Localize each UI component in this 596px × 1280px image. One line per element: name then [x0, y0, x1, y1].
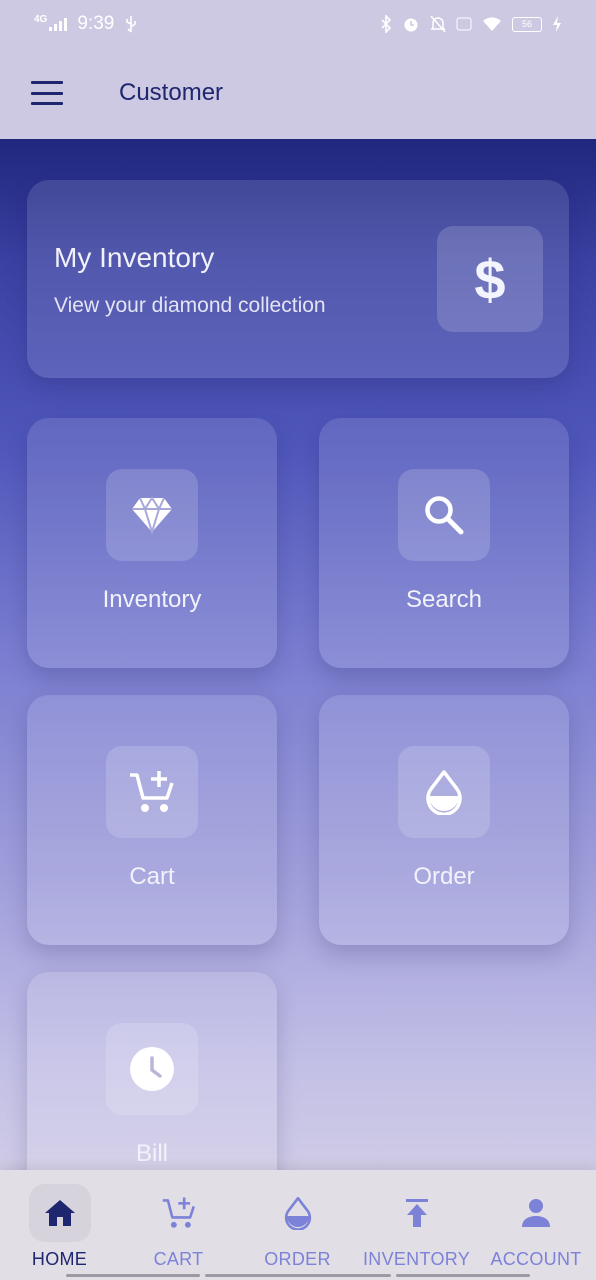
signal-icon: [49, 17, 68, 31]
nav-divider: [66, 1274, 200, 1277]
tile-label: Inventory: [102, 586, 202, 613]
tile-label: Order: [413, 863, 475, 890]
drop-icon: [267, 1184, 329, 1242]
network-type: 4G: [34, 14, 48, 25]
status-right: 56: [380, 15, 562, 33]
nav-divider: [396, 1274, 530, 1277]
tile-label: Bill: [135, 1140, 168, 1167]
nav-label: ORDER: [264, 1249, 331, 1269]
bill-tile[interactable]: Bill: [27, 972, 277, 1170]
hero-subtitle: View your diamond collection: [54, 294, 326, 317]
battery-icon: 56: [512, 16, 542, 32]
nav-account[interactable]: ACCOUNT: [476, 1170, 596, 1274]
wifi-icon: [483, 17, 501, 31]
dollar-icon: $: [437, 226, 543, 332]
drop-icon: [398, 746, 490, 838]
menu-icon[interactable]: [31, 81, 63, 105]
upload-icon: [386, 1184, 448, 1242]
usb-icon: [126, 16, 137, 33]
my-inventory-card[interactable]: My Inventory View your diamond collectio…: [27, 180, 569, 378]
tile-label: Search: [405, 586, 483, 613]
nav-cart[interactable]: CART: [119, 1170, 238, 1274]
diamond-icon: [106, 469, 198, 561]
person-icon: [505, 1184, 567, 1242]
battery-level: 56: [521, 19, 532, 29]
inventory-tile[interactable]: Inventory: [27, 418, 277, 668]
nav-label: ACCOUNT: [490, 1249, 582, 1269]
tile-label: Cart: [129, 863, 175, 890]
home-icon: [28, 1184, 91, 1242]
nav-divider: [205, 1274, 391, 1277]
page-title: Customer: [119, 79, 224, 106]
alarm-icon: [404, 18, 418, 32]
charging-icon: [553, 16, 561, 32]
clock-icon: [106, 1023, 198, 1115]
hero-title: My Inventory: [54, 242, 215, 273]
search-icon: [398, 469, 490, 561]
order-tile[interactable]: Order: [319, 695, 569, 945]
mute-bell-icon: [430, 15, 446, 33]
nav-inventory[interactable]: INVENTORY: [357, 1170, 476, 1274]
cart-tile[interactable]: Cart: [27, 695, 277, 945]
nav-label: CART: [153, 1249, 204, 1269]
volte-icon: [456, 17, 472, 31]
nav-home[interactable]: HOME: [0, 1170, 119, 1274]
status-time: 9:39: [77, 13, 115, 34]
app-bar: Customer: [0, 48, 596, 139]
status-bar: 4G 9:39 56: [0, 0, 596, 48]
nav-order[interactable]: ORDER: [238, 1170, 357, 1274]
add-cart-icon: [106, 746, 198, 838]
bottom-nav: HOME CART ORDER INVENTORY ACCOUNT: [0, 1170, 596, 1280]
nav-label: HOME: [31, 1249, 88, 1269]
dashboard: My Inventory View your diamond collectio…: [0, 139, 596, 1170]
bluetooth-icon: [381, 15, 392, 33]
add-cart-icon: [148, 1184, 210, 1242]
nav-label: INVENTORY: [362, 1249, 471, 1269]
status-left: 4G 9:39: [34, 13, 138, 35]
search-tile[interactable]: Search: [319, 418, 569, 668]
